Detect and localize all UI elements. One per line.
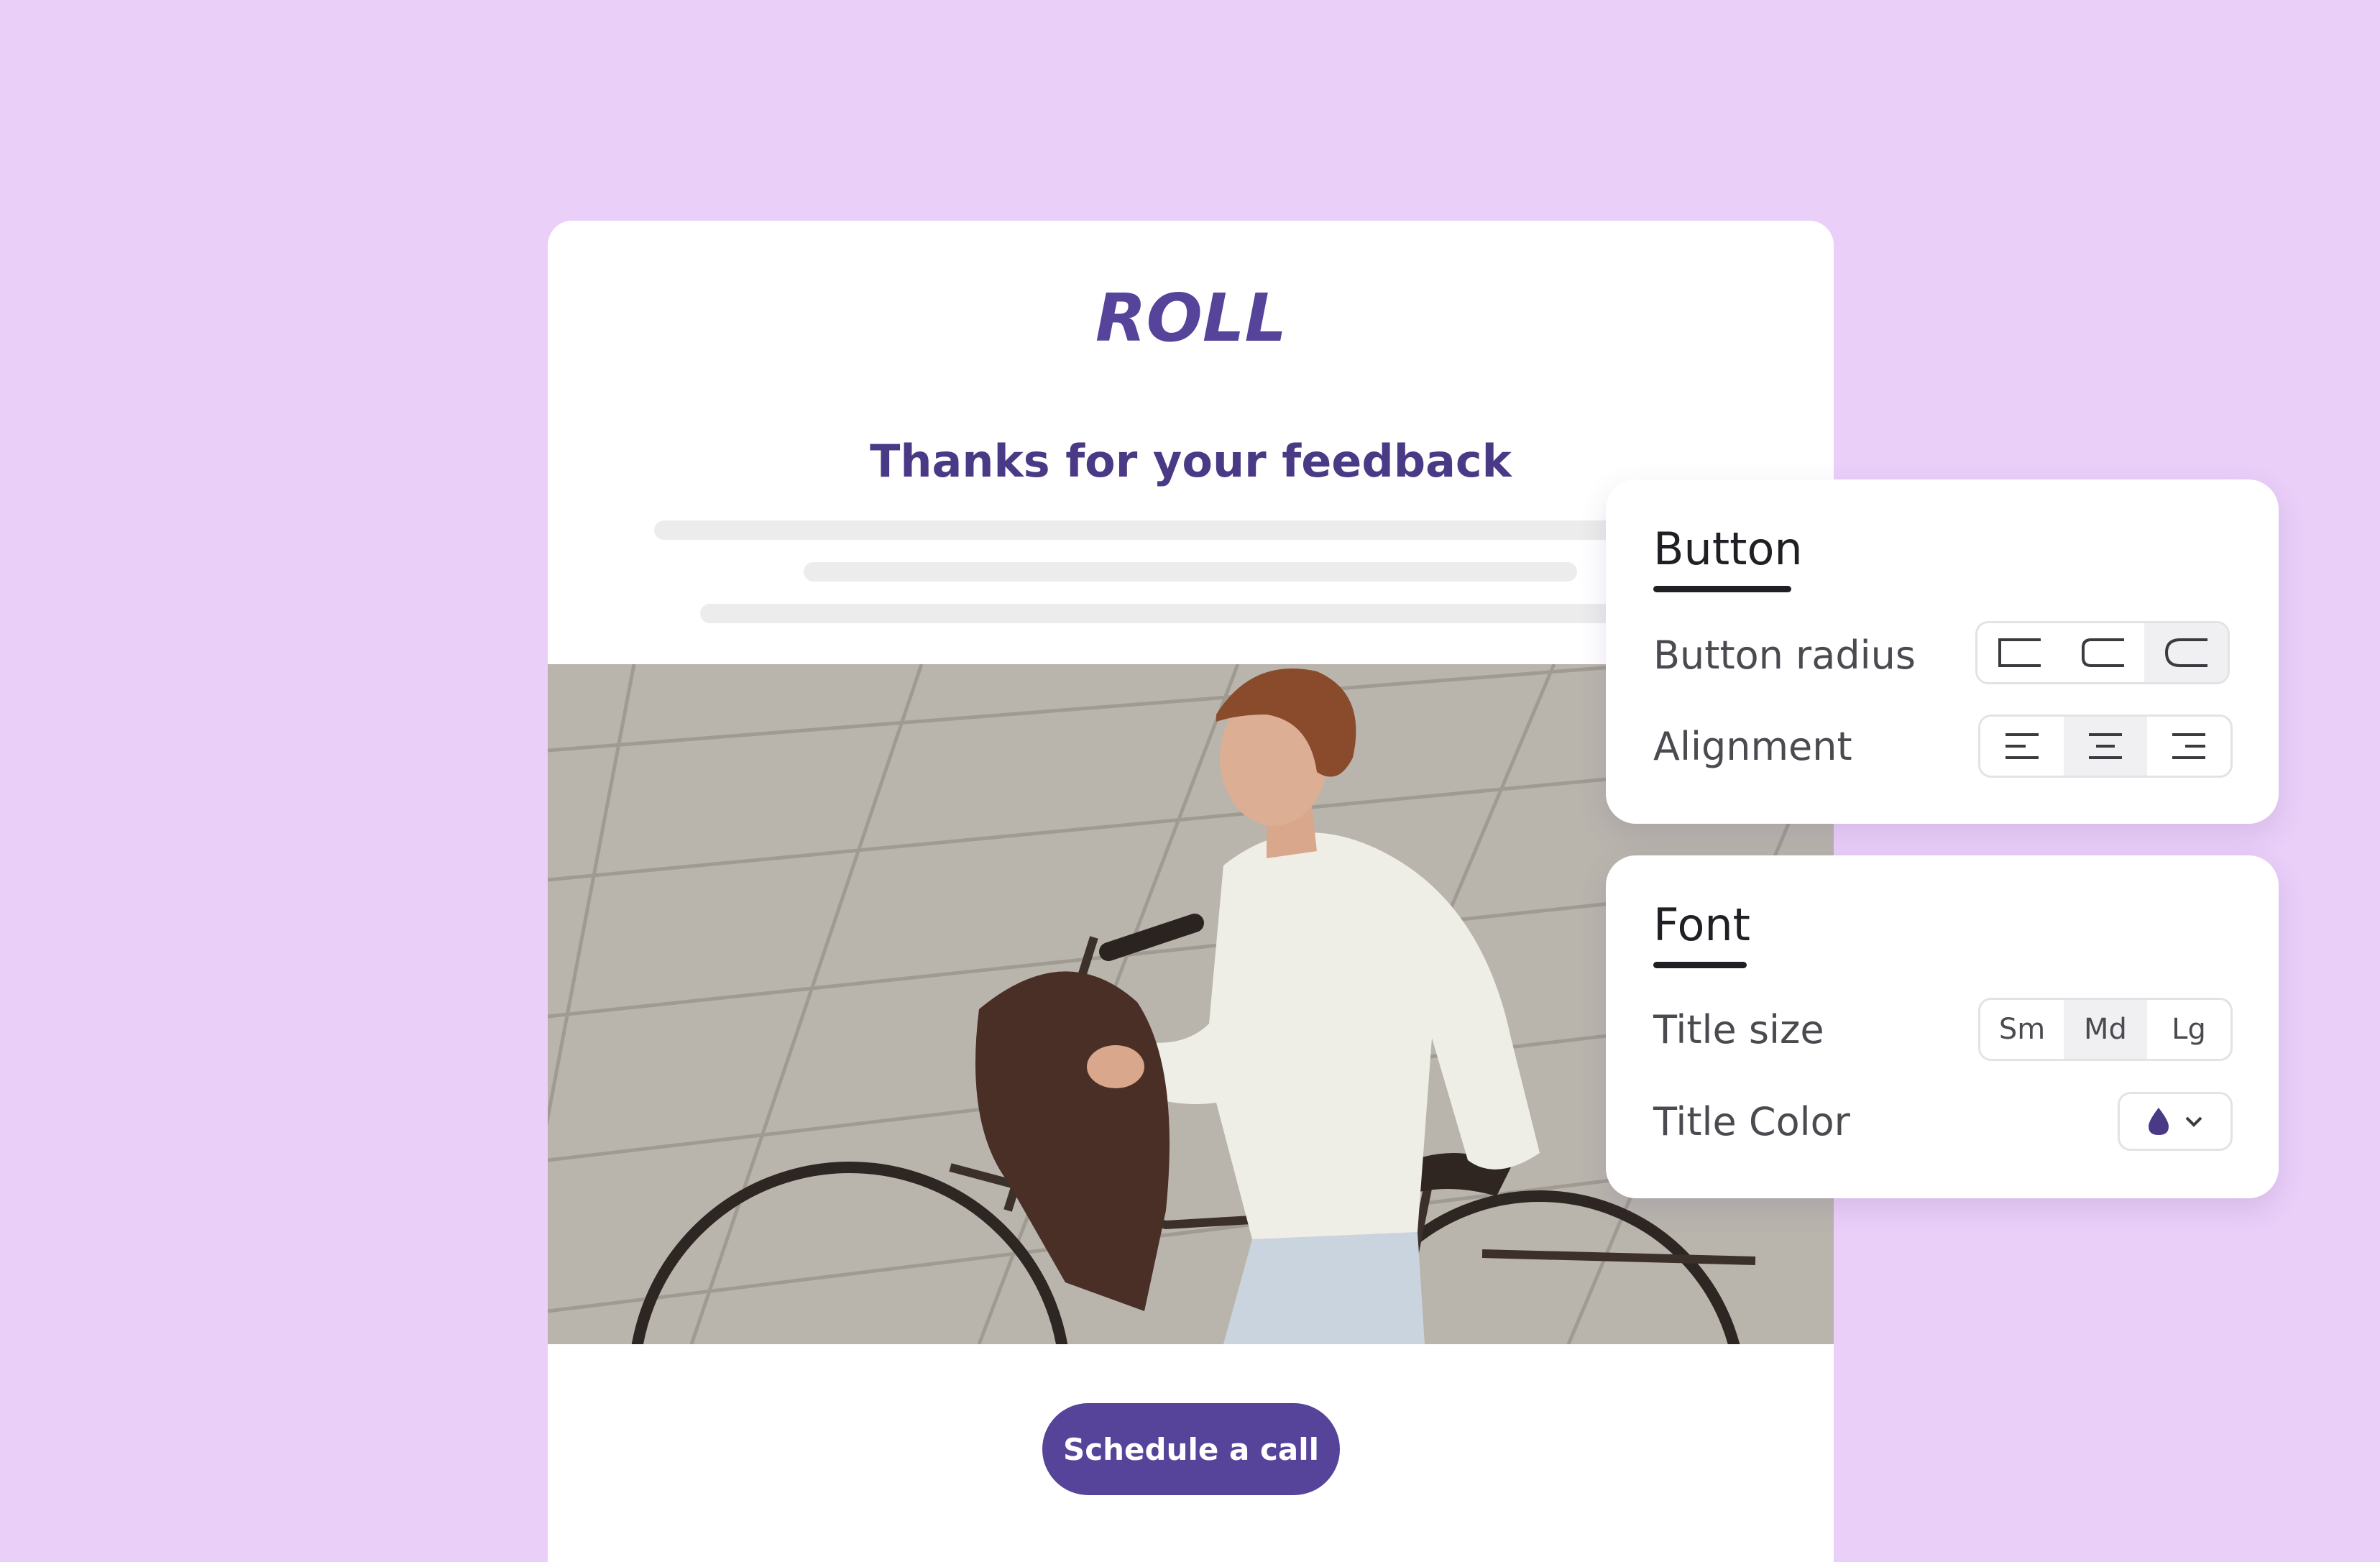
radius-square-option[interactable]	[1977, 623, 2061, 682]
size-option-md[interactable]: Md	[2064, 1000, 2147, 1059]
panel-heading-button: Button	[1653, 523, 1803, 575]
font-settings-panel: Font Title size Sm Md Lg Title Color	[1606, 855, 2279, 1198]
size-option-sm[interactable]: Sm	[1980, 1000, 2064, 1059]
alignment-label: Alignment	[1653, 724, 1852, 769]
button-radius-selector	[1975, 621, 2230, 684]
align-right-option[interactable]	[2147, 717, 2230, 776]
align-center-icon	[2089, 733, 2122, 759]
schedule-call-button[interactable]: Schedule a call	[1042, 1403, 1340, 1495]
pill-corner-icon	[2164, 638, 2207, 667]
radius-pill-option[interactable]	[2144, 623, 2228, 682]
align-left-icon	[2005, 733, 2039, 759]
placeholder-text-line	[804, 562, 1577, 582]
radius-rounded-option[interactable]	[2061, 623, 2144, 682]
heading-underline	[1653, 586, 1791, 592]
button-radius-label: Button radius	[1653, 633, 1916, 678]
chevron-down-icon	[2185, 1116, 2202, 1127]
color-drop-icon	[2149, 1108, 2169, 1135]
title-color-label: Title Color	[1653, 1099, 1850, 1144]
title-color-dropdown[interactable]	[2118, 1092, 2233, 1151]
size-option-lg[interactable]: Lg	[2147, 1000, 2230, 1059]
align-left-option[interactable]	[1980, 717, 2064, 776]
align-right-icon	[2172, 733, 2205, 759]
button-settings-panel: Button Button radius Alignment	[1606, 479, 2279, 824]
logo-text: ROLL	[1095, 283, 1287, 355]
rounded-corner-icon	[2082, 638, 2124, 667]
panel-heading-font: Font	[1653, 899, 1750, 951]
heading-underline	[1653, 962, 1747, 968]
alignment-selector	[1978, 715, 2233, 778]
title-size-selector: Sm Md Lg	[1978, 998, 2233, 1061]
roll-logo: ROLL	[1083, 280, 1299, 357]
square-corner-icon	[1998, 638, 2041, 667]
align-center-option[interactable]	[2064, 717, 2147, 776]
title-size-label: Title size	[1653, 1007, 1824, 1052]
